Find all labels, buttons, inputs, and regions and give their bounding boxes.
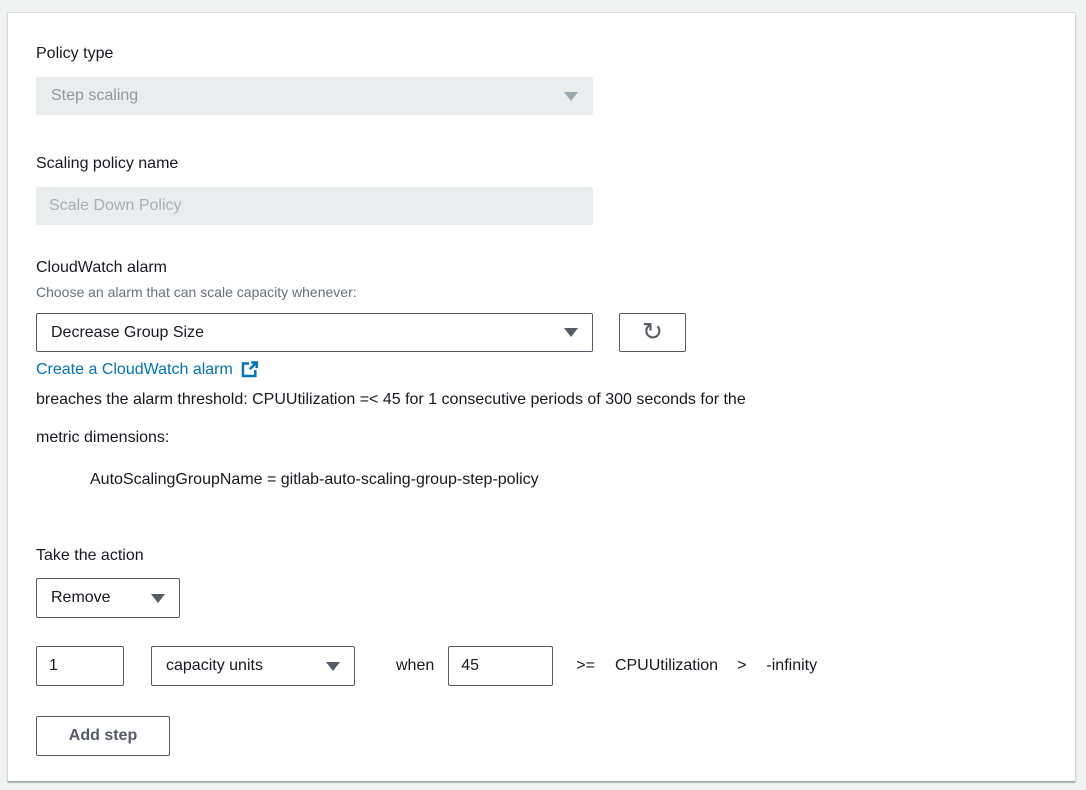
step-amount-input[interactable]: [36, 646, 124, 686]
alarm-select-row: Decrease Group Size ↻: [36, 313, 1047, 352]
create-cloudwatch-alarm-link-label: Create a CloudWatch alarm: [36, 361, 233, 379]
refresh-icon: ↻: [642, 319, 663, 344]
cloudwatch-alarm-description: Choose an alarm that can scale capacity …: [36, 284, 1047, 300]
create-cloudwatch-alarm-link[interactable]: Create a CloudWatch alarm: [36, 360, 259, 379]
policy-type-selected-value: Step scaling: [51, 87, 138, 105]
step-scaling-policy-card: Policy type Step scaling Scaling policy …: [7, 12, 1076, 782]
when-label: when: [396, 657, 434, 675]
cloudwatch-alarm-label: CloudWatch alarm: [36, 258, 1047, 277]
caret-down-icon: [151, 594, 165, 603]
step-unit-select[interactable]: capacity units: [151, 646, 355, 686]
refresh-alarms-button[interactable]: ↻: [619, 313, 686, 352]
policy-name-label: Scaling policy name: [36, 154, 1047, 173]
external-link-icon: [240, 360, 259, 379]
alarm-breach-description: breaches the alarm threshold: CPUUtiliza…: [36, 381, 784, 457]
caret-down-icon: [564, 92, 578, 101]
policy-name-field: Scaling policy name: [36, 154, 1047, 225]
action-type-selected-value: Remove: [51, 589, 111, 607]
lower-bound-label: -infinity: [766, 657, 817, 675]
cloudwatch-alarm-field: CloudWatch alarm Choose an alarm that ca…: [36, 258, 1047, 499]
step-adjustment-row: capacity units when >= CPUUtilization > …: [36, 646, 1047, 686]
add-step-button[interactable]: Add step: [36, 716, 170, 756]
alarm-selected-value: Decrease Group Size: [51, 324, 204, 342]
step-upper-bound-input[interactable]: [448, 646, 553, 686]
take-action-field: Take the action Remove capacity units wh…: [36, 546, 1047, 756]
lower-comparator-label: >: [737, 657, 746, 675]
policy-name-input: [36, 187, 593, 225]
upper-comparator-label: >=: [576, 657, 595, 675]
action-type-select[interactable]: Remove: [36, 578, 180, 618]
policy-type-label: Policy type: [36, 44, 1047, 63]
alarm-select[interactable]: Decrease Group Size: [36, 313, 593, 352]
step-unit-selected-value: capacity units: [166, 657, 263, 675]
policy-type-field: Policy type Step scaling: [36, 44, 1047, 115]
caret-down-icon: [564, 328, 578, 337]
take-action-label: Take the action: [36, 546, 1047, 565]
metric-name-label: CPUUtilization: [615, 657, 718, 675]
caret-down-icon: [326, 662, 340, 671]
policy-type-select: Step scaling: [36, 77, 593, 115]
alarm-metric-dimension: AutoScalingGroupName = gitlab-auto-scali…: [36, 461, 1047, 499]
